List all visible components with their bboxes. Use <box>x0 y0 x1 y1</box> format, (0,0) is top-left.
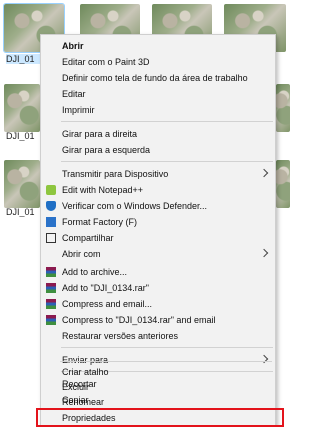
winrar-icon <box>46 283 56 293</box>
menu-item-label: Add to "DJI_0134.rar" <box>62 283 149 293</box>
winrar-icon <box>46 315 56 325</box>
image-thumbnail[interactable] <box>276 160 290 208</box>
menu-separator <box>61 347 273 348</box>
menu-item-rotate-left[interactable]: Girar para a esquerda <box>41 141 275 159</box>
menu-item-label: Compress to "DJI_0134.rar" and email <box>62 315 216 325</box>
menu-item-label: Imprimir <box>62 105 95 115</box>
menu-item-label: Compartilhar <box>62 233 114 243</box>
image-thumbnail[interactable] <box>4 160 40 208</box>
windows-defender-shield-icon <box>46 201 56 211</box>
menu-item-label: Editar com o Paint 3D <box>62 57 150 67</box>
menu-item-label: Edit with Notepad++ <box>62 185 144 195</box>
menu-item-label: Compress and email... <box>62 299 153 309</box>
menu-item-open-with[interactable]: Abrir com <box>41 245 275 263</box>
image-thumbnail[interactable] <box>276 84 290 132</box>
image-thumbnail[interactable] <box>4 84 40 132</box>
menu-item-label: Transmitir para Dispositivo <box>62 169 169 179</box>
chevron-right-icon <box>259 248 269 258</box>
winrar-icon <box>46 299 56 309</box>
menu-separator <box>60 361 272 362</box>
menu-item-label: Restaurar versões anteriores <box>62 331 179 341</box>
menu-separator <box>61 161 273 162</box>
notepad-plus-plus-icon <box>46 185 56 195</box>
menu-item-label: Criar atalho <box>62 367 109 377</box>
menu-item-label: Editar <box>62 89 86 99</box>
menu-item-label: Girar para a esquerda <box>62 145 151 155</box>
menu-item-label: Format Factory (F) <box>62 217 138 227</box>
menu-item-label: Excluir <box>62 382 90 392</box>
menu-item-print[interactable]: Imprimir <box>41 101 275 119</box>
menu-item-label: Renomear <box>62 397 105 407</box>
menu-item-restore-versions[interactable]: Restaurar versões anteriores <box>41 327 275 345</box>
share-icon <box>46 233 56 243</box>
menu-item-label: Abrir <box>62 41 84 51</box>
menu-item-label: Verificar com o Windows Defender... <box>62 201 208 211</box>
menu-item-label: Abrir com <box>62 249 101 259</box>
winrar-icon <box>46 267 56 277</box>
menu-item-label: Girar para a direita <box>62 129 138 139</box>
menu-item-label: Add to archive... <box>62 267 128 277</box>
menu-separator <box>61 121 273 122</box>
chevron-right-icon <box>259 168 269 178</box>
properties-highlight-box <box>36 408 284 427</box>
menu-item-label: Definir como tela de fundo da área de tr… <box>62 73 248 83</box>
format-factory-icon <box>46 217 56 227</box>
